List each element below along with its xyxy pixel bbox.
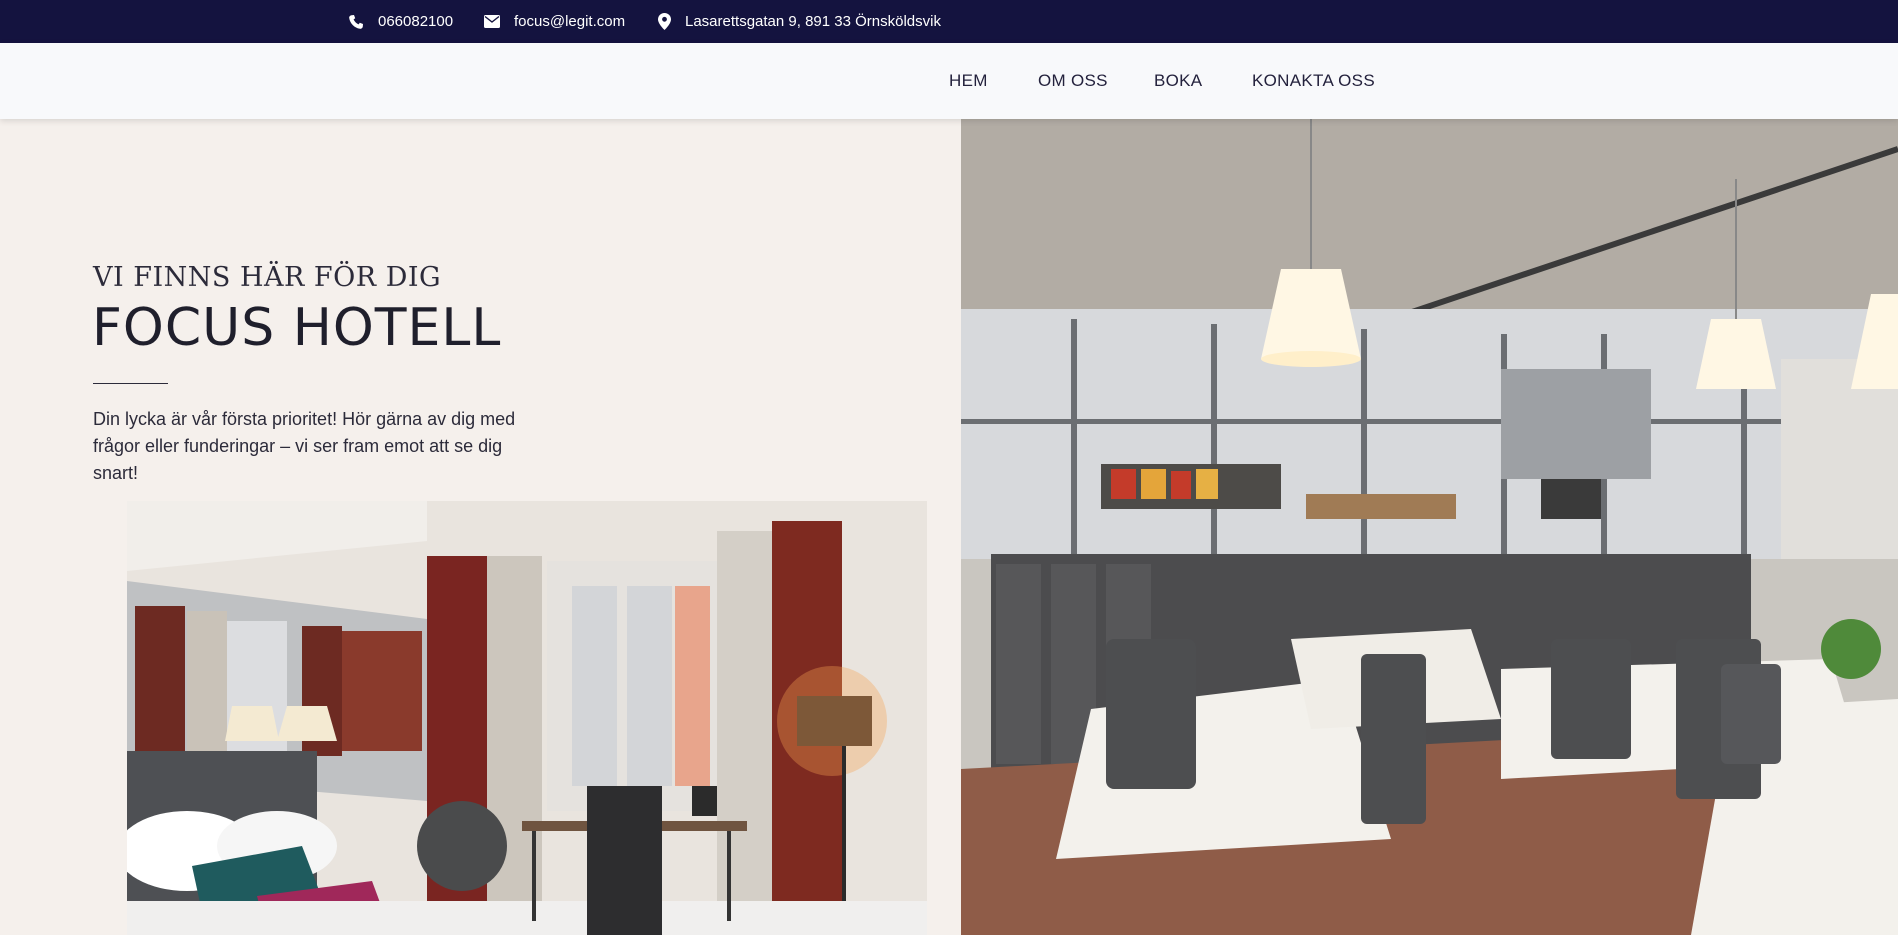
top-info-bar: 066082100 focus@legit.com Lasarettsgatan… xyxy=(0,0,1898,43)
main-navigation: HEM OM OSS BOKA KONAKTA OSS xyxy=(0,43,1898,119)
nav-item-kontakta-oss[interactable]: KONAKTA OSS xyxy=(1252,43,1375,119)
email-address: focus@legit.com xyxy=(514,13,626,30)
phone-icon xyxy=(349,14,363,29)
hero-divider xyxy=(93,383,168,384)
nav-item-hem[interactable]: HEM xyxy=(949,43,988,119)
street-address: Lasarettsgatan 9, 891 33 Örnsköldsvik xyxy=(685,13,941,30)
contact-email[interactable]: focus@legit.com xyxy=(484,0,625,43)
hero-description: Din lycka är vår första prioritet! Hör g… xyxy=(93,409,516,483)
breakfast-restaurant-image xyxy=(961,119,1898,935)
contact-phone[interactable]: 066082100 xyxy=(348,0,453,43)
nav-item-om-oss[interactable]: OM OSS xyxy=(1038,43,1108,119)
hero-title: FOCUS HOTELL xyxy=(92,298,502,358)
phone-number: 066082100 xyxy=(378,13,454,30)
map-pin-icon xyxy=(658,13,671,30)
hero-subtitle: VI FINNS HÄR FÖR DIG xyxy=(93,262,442,293)
nav-item-boka[interactable]: BOKA xyxy=(1154,43,1202,119)
contact-address[interactable]: Lasarettsgatan 9, 891 33 Örnsköldsvik xyxy=(658,0,941,43)
envelope-icon xyxy=(484,15,500,28)
hotel-room-image xyxy=(127,501,927,935)
